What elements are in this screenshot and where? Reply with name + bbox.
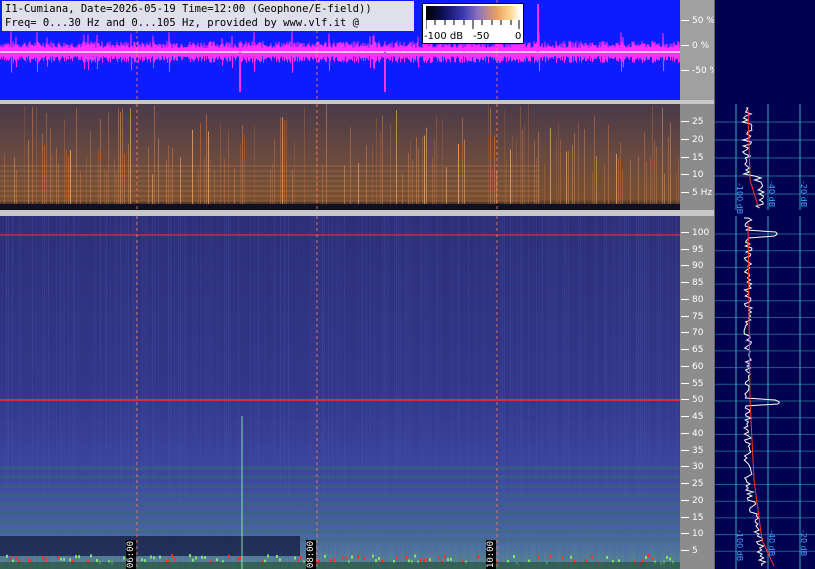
colorbar-ticks	[426, 20, 520, 29]
spectrogram-high	[0, 216, 680, 569]
main-tick-80: 80	[681, 295, 703, 305]
main-tick-100: 100	[681, 228, 709, 238]
spectrum-profile-panel: -100 dB -40 dB -20 dB -100 dB -40 dB -20…	[714, 0, 815, 569]
spectrogram-low-image	[0, 104, 680, 210]
main-tick-15: 15	[681, 513, 703, 523]
spectrogram-low	[0, 104, 680, 210]
profile-top-label-3: -20 dB	[799, 181, 808, 208]
waveform-tick-0: 0 %	[681, 41, 709, 51]
db-colorbar: -100 dB -50 0	[422, 3, 524, 44]
mid-tick-20: 20	[681, 135, 703, 145]
profile-top-label-1: -100 dB	[735, 183, 744, 215]
header-line-1: I1-Cumiana, Date=2026-05-19 Time=12:00 (…	[5, 3, 372, 15]
colorbar-gradient	[426, 6, 520, 20]
time-label-1000: 10:00	[486, 540, 496, 569]
header-caption: I1-Cumiana, Date=2026-05-19 Time=12:00 (…	[2, 1, 414, 31]
vlf-monitor-screen: I1-Cumiana, Date=2026-05-19 Time=12:00 (…	[0, 0, 815, 569]
main-tick-45: 45	[681, 412, 703, 422]
main-tick-75: 75	[681, 312, 703, 322]
main-tick-85: 85	[681, 278, 703, 288]
header-line-2: Freq= 0...30 Hz and 0...105 Hz, provided…	[5, 17, 360, 29]
main-tick-95: 95	[681, 245, 703, 255]
panel-divider	[714, 0, 715, 569]
main-tick-50: 50	[681, 395, 703, 405]
colorbar-label-min: -100 dB	[424, 31, 464, 42]
waveform-tick-50: 50 %	[681, 16, 715, 26]
main-axis: 100 95 90 85 80 75 70 65 60 55 50 45 40 35 30 25 20 15 10 5	[680, 216, 714, 569]
profile-bottom-label-2: -40 dB	[767, 530, 776, 557]
spectrogram-high-image	[0, 216, 680, 569]
mid-tick-25: 25	[681, 117, 703, 127]
main-tick-25: 25	[681, 479, 703, 489]
colorbar-label-mid: -50	[473, 31, 490, 42]
main-tick-35: 35	[681, 446, 703, 456]
main-tick-60: 60	[681, 362, 703, 372]
mid-tick-5-Hz: 5 Hz	[681, 188, 712, 198]
waveform-axis: 50 % 0 % -50 %	[680, 0, 718, 100]
mid-axis: 25 20 15 10 5 Hz	[680, 104, 714, 210]
main-tick-70: 70	[681, 328, 703, 338]
main-tick-55: 55	[681, 379, 703, 389]
mid-tick-15: 15	[681, 153, 703, 163]
main-tick-90: 90	[681, 261, 703, 271]
profile-bottom-label-1: -100 dB	[735, 530, 744, 562]
time-label-0600: 06:00	[126, 540, 136, 569]
profile-bottom-label-3: -20 dB	[799, 530, 808, 557]
main-tick-20: 20	[681, 496, 703, 506]
mid-tick-10: 10	[681, 170, 703, 180]
main-tick-40: 40	[681, 429, 703, 439]
main-tick-10: 10	[681, 529, 703, 539]
time-label-0800: 08:00	[306, 540, 316, 569]
waveform-tick-neg50: -50 %	[681, 66, 718, 76]
main-tick-65: 65	[681, 345, 703, 355]
profile-top-label-2: -40 dB	[767, 181, 776, 208]
spectrum-profile-plot	[714, 104, 815, 569]
main-tick-5: 5	[681, 546, 698, 556]
main-tick-30: 30	[681, 462, 703, 472]
colorbar-label-max: 0	[515, 31, 522, 42]
